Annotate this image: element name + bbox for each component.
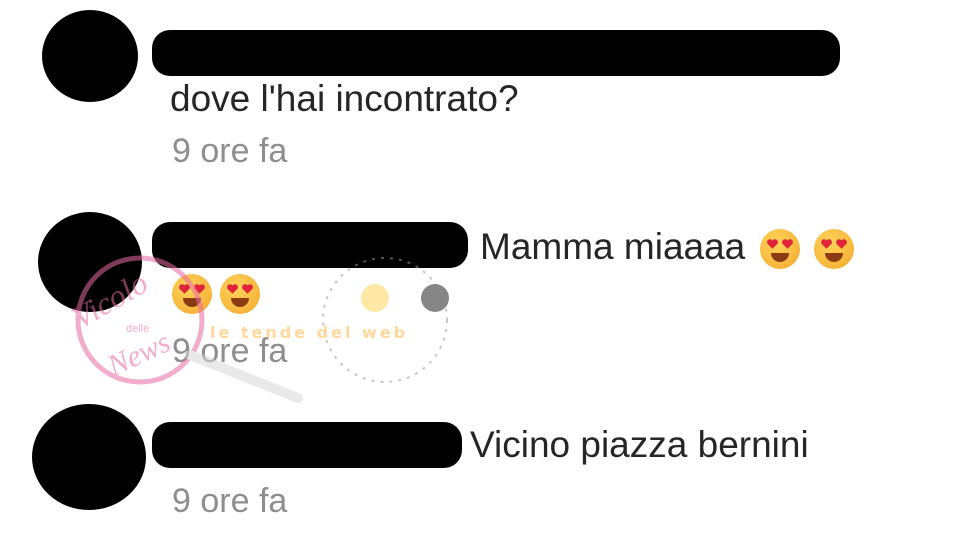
comment-text: dove l'hai incontrato?: [170, 78, 519, 119]
watermark-logo: Vicolo delle News le tende del web: [65, 255, 449, 403]
heart-eyes-emoji-icon: [759, 229, 800, 270]
username-redaction: [152, 422, 462, 468]
watermark-tagline: le tende del web: [210, 323, 408, 342]
comment-text-label: Mamma miaaaa: [480, 226, 746, 267]
username-redaction: [152, 30, 840, 76]
comment-text: Mamma miaaaa: [480, 226, 854, 270]
avatar-redacted[interactable]: [42, 10, 138, 102]
heart-eyes-emoji-icon: [813, 229, 854, 270]
comment-timestamp: 9 ore fa: [172, 132, 288, 170]
comment-text: Vicino piazza bernini: [470, 424, 809, 465]
comment-timestamp: 9 ore fa: [172, 482, 288, 520]
